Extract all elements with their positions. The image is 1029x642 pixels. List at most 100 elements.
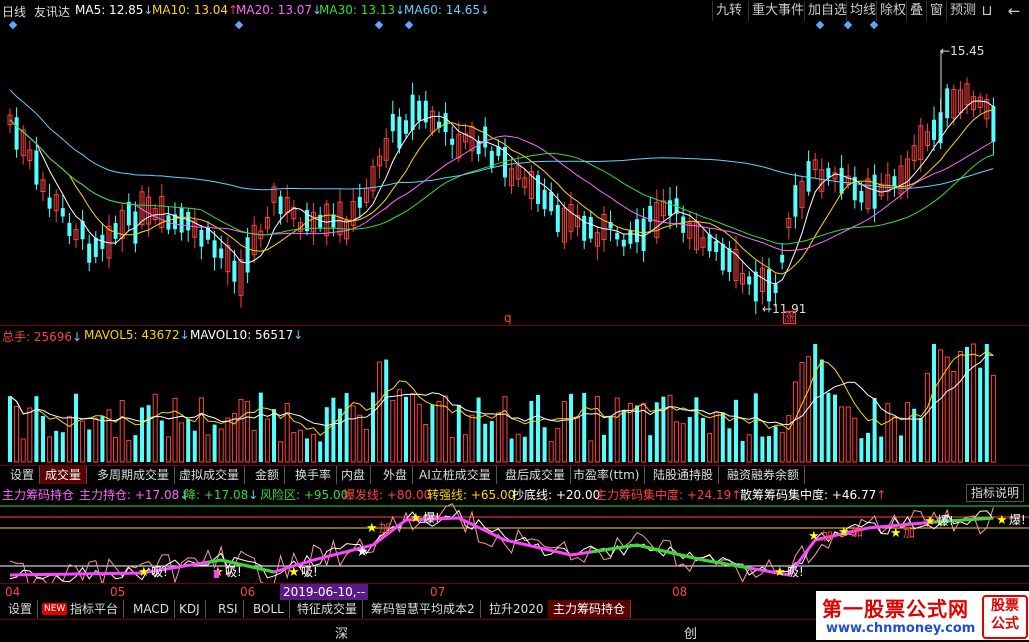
market-chuang[interactable]: 创 [684, 623, 697, 642]
volume-bar [331, 397, 336, 462]
volume-tab-1[interactable]: 成交量 [40, 466, 88, 484]
price-panel [7, 50, 996, 315]
volume-bar [436, 401, 442, 463]
star-icon: ★ [838, 525, 850, 540]
zhang-marker: 涨 [783, 311, 796, 324]
volume-bar [872, 397, 877, 462]
volume-bar [548, 441, 554, 463]
volume-bar [133, 435, 138, 462]
volume-tab-9[interactable]: 盘后成交量 [500, 466, 572, 484]
watermark-url: www.chnmoney.com [826, 621, 976, 636]
indicator-tab-7[interactable]: 筹码智慧平均成本2 [366, 600, 481, 618]
indicator-tab-4[interactable]: RSI [213, 600, 244, 618]
volume-bar [899, 435, 903, 462]
volume-bar [687, 416, 692, 462]
volume-bar [819, 359, 824, 462]
indicator-tab-0[interactable]: 设置 [3, 600, 39, 618]
volume-tab-8[interactable]: AI立桩成交量 [414, 466, 497, 484]
indicator-value-3: 风险区: +95.00 [260, 488, 349, 502]
candle-body [179, 207, 184, 233]
indicator-tab-2[interactable]: MACD [128, 600, 175, 618]
candle-body [932, 119, 936, 140]
volume-bar [297, 429, 303, 463]
volume-bar [54, 430, 59, 462]
candle-body [773, 284, 778, 294]
volume-bar [47, 436, 53, 463]
month-07: 07 [430, 585, 446, 599]
volume-tab-6[interactable]: 内盘 [336, 466, 372, 484]
indicator-value-8: 散筹筹码集中度: +46.77↑ [740, 488, 887, 502]
volume-bar [582, 392, 587, 462]
watermark-badge: 股票 公式 [982, 595, 1028, 639]
volume-bar [951, 371, 957, 463]
indicator-tab-3[interactable]: KDJ [174, 600, 206, 618]
volume-tab-7[interactable]: 外盘 [378, 466, 414, 484]
indicator-tab-8[interactable]: 拉升2020 [484, 600, 550, 618]
volume-bar [377, 361, 383, 463]
volume-bar [305, 438, 309, 462]
ma-line [9, 89, 994, 191]
date-cursor: 2019-06-10,-- [280, 584, 369, 600]
candle-body [892, 176, 897, 187]
market-shen[interactable]: 深 [335, 623, 348, 642]
volume-tab-12[interactable]: 融资融券余额 [722, 466, 806, 484]
watermark-logo: 第一股票公式网 www.chnmoney.com 股票 公式 [816, 591, 1029, 640]
volume-bar [740, 441, 745, 462]
volume-bar [990, 374, 996, 463]
volume-bar [614, 397, 620, 463]
indicator-explain-button[interactable]: 指标说明 [966, 484, 1025, 502]
volume-bar [396, 389, 402, 463]
candle-body [582, 215, 587, 241]
volume-bar [179, 422, 185, 463]
indicator-value-6: 抄底线: +20.00 [512, 488, 601, 502]
candle-body [93, 237, 98, 257]
volume-tab-10[interactable]: 市盈率(ttm) [568, 466, 646, 484]
candle-body [443, 113, 448, 133]
indicator-tab-9[interactable]: 主力筹码持仓 [548, 600, 632, 618]
volume-bar [760, 436, 765, 462]
volume-bar [34, 396, 39, 462]
volume-bar [866, 432, 870, 462]
indicator-tab-5[interactable]: BOLL [248, 600, 290, 618]
candle-body [67, 222, 72, 236]
volume-bar [212, 424, 217, 462]
volume-bar [100, 416, 105, 462]
indicator-value-0: 主力筹码持仓 [2, 488, 75, 502]
candle-body [872, 174, 877, 209]
volume-bar [278, 441, 284, 463]
volume-bar [489, 421, 494, 462]
volume-bar [694, 397, 699, 462]
volume-tab-5[interactable]: 换手率 [290, 466, 338, 484]
volume-bar [734, 399, 738, 462]
volume-bar [291, 432, 297, 463]
volume-bar [569, 393, 573, 462]
volume-bar [416, 403, 422, 463]
panel-divider [0, 325, 1029, 326]
volume-bar [8, 396, 12, 462]
indicator-tab-6[interactable]: 特征成交量 [292, 600, 364, 618]
high-price-label: ←15.45 [940, 44, 985, 58]
candle-body [859, 190, 864, 203]
volume-tab-2[interactable]: 多周期成交量 [92, 466, 176, 484]
star-icon: ★ [410, 511, 422, 526]
volume-panel [8, 343, 996, 463]
chart-canvas[interactable]: ★吸!★吸!★吸!★吸!★加★加★加★加★爆!★爆!★爆!★ [0, 0, 1029, 640]
signal-jia: 加 [851, 525, 863, 539]
month-04: 04 [5, 585, 21, 599]
candle-body [357, 196, 362, 208]
volume-bar [404, 396, 408, 462]
volume-tab-3[interactable]: 虚拟成交量 [174, 466, 246, 484]
candle-body [714, 240, 719, 253]
volume-bar [20, 438, 26, 463]
volume-tab-4[interactable]: 金额 [250, 466, 286, 484]
candle-body [991, 106, 996, 142]
volume-bar [792, 381, 798, 463]
volume-bar [225, 417, 231, 463]
volume-tab-11[interactable]: 陆股通持股 [648, 466, 720, 484]
candle-body [793, 185, 798, 217]
signal-bao: 爆! [937, 514, 954, 528]
volume-bar [423, 423, 429, 463]
volume-bar [786, 415, 792, 463]
candle-body [60, 208, 65, 217]
volume-tab-0[interactable]: 设置 [5, 466, 41, 484]
